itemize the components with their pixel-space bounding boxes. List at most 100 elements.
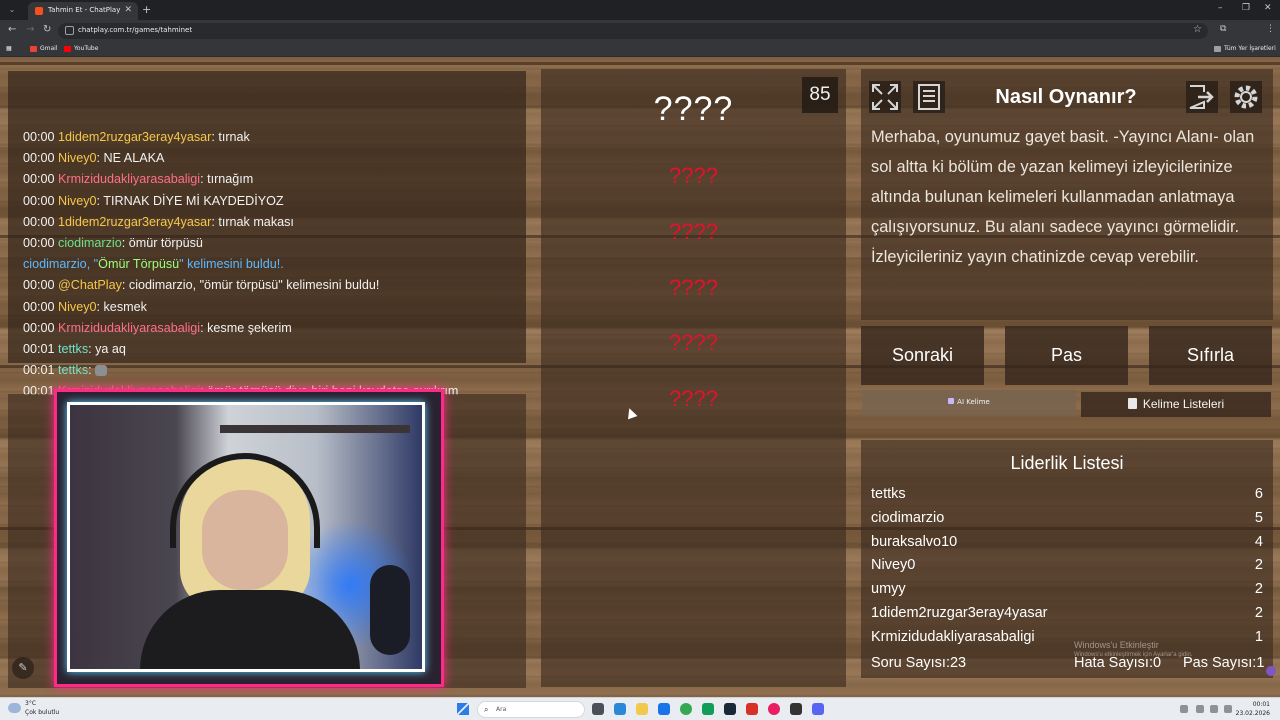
leaderboard-score: 6	[1254, 486, 1263, 502]
chat-time: 00:00	[23, 172, 55, 187]
fullscreen-icon[interactable]	[869, 81, 901, 113]
scroll-indicator[interactable]	[1266, 666, 1276, 676]
chat-username[interactable]: ciodimarzio	[58, 236, 122, 250]
bookmark-gmail[interactable]: Gmail	[30, 45, 58, 52]
site-info-icon[interactable]	[65, 26, 74, 35]
app-icon[interactable]	[746, 703, 758, 715]
xbox-icon[interactable]	[702, 703, 714, 715]
leaderboard-name: ciodimarzio	[871, 509, 945, 526]
next-button[interactable]: Sonraki	[861, 326, 984, 385]
reload-icon[interactable]: ↻	[43, 24, 51, 35]
opera-icon[interactable]	[768, 703, 780, 715]
chat-time: 00:00	[23, 278, 55, 293]
webcam-video	[67, 402, 425, 672]
chat-time: 00:00	[23, 130, 55, 144]
question-count: Soru Sayısı:23	[871, 655, 967, 671]
chat-time: 00:00	[23, 236, 55, 250]
chat-username[interactable]: @ChatPlay	[58, 278, 122, 292]
close-window-icon[interactable]: ✕	[1264, 3, 1272, 13]
chat-text: : tırnak makası	[211, 214, 294, 229]
steam-icon[interactable]	[724, 703, 736, 715]
back-icon[interactable]: ←	[8, 24, 16, 35]
cam-headset	[170, 453, 320, 548]
extensions-icon[interactable]: ⧉	[1220, 24, 1226, 34]
browser-menu-icon[interactable]: ⋮	[1266, 24, 1275, 34]
leaderboard-score: 1	[1254, 628, 1263, 645]
apps-grid-icon[interactable]: ▦	[6, 45, 12, 52]
chat-text: : kesmek	[96, 299, 147, 314]
tray-battery-icon[interactable]	[1224, 705, 1232, 713]
maximize-icon[interactable]: ❐	[1242, 3, 1250, 13]
target-word: ????	[653, 90, 734, 128]
ai-words-button[interactable]: AI Kelime	[862, 390, 1076, 415]
leaderboard-name: buraksalvo10	[871, 533, 958, 550]
forbidden-word: ????	[669, 219, 718, 244]
taskbar-search[interactable]: ⌕ Ara	[477, 701, 585, 718]
obs-icon[interactable]	[790, 703, 802, 715]
settings-gear-icon[interactable]	[1230, 81, 1262, 113]
tray-network-icon[interactable]	[1196, 705, 1204, 713]
chat-username[interactable]: Nivey0	[58, 300, 97, 314]
minimize-icon[interactable]: –	[1218, 3, 1223, 13]
chat-message: 00:00 Krmizidudakliyarasabaligi: tırnağı…	[23, 172, 253, 186]
discord-icon[interactable]	[812, 703, 824, 715]
chat-message: 00:00 1didem2ruzgar3eray4yasar: tırnak m…	[23, 215, 294, 229]
bookmark-star-icon[interactable]: ☆	[1193, 24, 1202, 35]
leaderboard-row: umyy 2	[871, 581, 1263, 601]
system-message-user: ciodimarzio, "	[23, 257, 99, 272]
clock[interactable]: 00:01 23.02.2026	[1236, 700, 1270, 718]
chat-username[interactable]: Nivey0	[58, 151, 97, 165]
chat-username[interactable]: tettks	[58, 342, 88, 356]
chat-username[interactable]: 1didem2ruzgar3eray4yasar	[58, 215, 211, 229]
leaderboard-row: Krmizidudakliyarasabaligi 1	[871, 629, 1263, 649]
store-icon[interactable]	[658, 703, 670, 715]
forward-icon[interactable]: →	[26, 24, 34, 35]
folder-icon	[1214, 45, 1221, 52]
weather-cloud-icon[interactable]	[8, 703, 21, 713]
ai-icon	[948, 398, 955, 404]
all-bookmarks[interactable]: Tüm Yer İşaretleri	[1214, 45, 1276, 52]
browser-tab[interactable]: Tahmin Et - ChatPlay ✕	[28, 2, 138, 20]
system-message-text: " kelimesini buldu!.	[179, 257, 284, 272]
word-lists-button[interactable]: Kelime Listeleri	[1081, 392, 1271, 417]
leaderboard-name: Krmizidudakliyarasabaligi	[871, 628, 1035, 645]
chat-username[interactable]: 1didem2ruzgar3eray4yasar	[58, 130, 211, 144]
new-tab-icon[interactable]: +	[142, 3, 151, 16]
chat-username[interactable]: tettks	[58, 363, 88, 377]
tab-close-icon[interactable]: ✕	[124, 5, 132, 15]
webcam-frame	[54, 389, 444, 687]
tray-volume-icon[interactable]	[1210, 705, 1218, 713]
reset-button[interactable]: Sıfırla	[1149, 326, 1272, 385]
document-icon[interactable]	[913, 81, 945, 113]
chat-username[interactable]: Krmizidudakliyarasabaligi	[58, 321, 200, 335]
chat-username[interactable]: Nivey0	[58, 194, 97, 208]
pencil-icon[interactable]: ✎	[12, 657, 34, 679]
windows-start-icon[interactable]	[457, 703, 469, 715]
leaderboard-row: ciodimarzio 5	[871, 510, 1263, 530]
chrome-icon[interactable]	[680, 703, 692, 715]
copilot-icon[interactable]	[614, 703, 626, 715]
pass-count: Pas Sayısı:1	[1183, 655, 1265, 671]
address-bar[interactable]: chatplay.com.tr/games/tahminet ☆	[58, 23, 1208, 39]
tray-chevron-icon[interactable]	[1180, 705, 1188, 713]
pass-button[interactable]: Pas	[1005, 326, 1128, 385]
gmail-icon	[30, 45, 37, 52]
all-bookmarks-label: Tüm Yer İşaretleri	[1224, 45, 1276, 52]
file-explorer-icon[interactable]	[636, 703, 648, 715]
leaderboard-score: 2	[1254, 557, 1263, 574]
chat-username[interactable]: Krmizidudakliyarasabaligi	[58, 172, 200, 186]
chat-time: 00:01	[23, 363, 55, 378]
clock-time: 00:01	[1252, 701, 1270, 708]
tab-search-icon[interactable]: ⌄	[6, 4, 18, 16]
chat-message: 00:00 @ChatPlay: ciodimarzio, "ömür törp…	[23, 278, 379, 292]
word-lists-label: Kelime Listeleri	[1142, 397, 1225, 411]
exit-icon[interactable]	[1186, 81, 1218, 113]
clock-date: 23.02.2026	[1235, 710, 1270, 717]
leaderboard-name: Nivey0	[871, 557, 916, 574]
task-view-icon[interactable]	[592, 703, 604, 715]
bookmark-youtube[interactable]: YouTube	[64, 45, 98, 52]
leaderboard-row: 1didem2ruzgar3eray4yasar 2	[871, 605, 1263, 625]
favicon-icon	[35, 7, 43, 15]
chat-text: : kesme şekerim	[200, 320, 292, 335]
weather-temperature: 3°C	[25, 700, 37, 707]
